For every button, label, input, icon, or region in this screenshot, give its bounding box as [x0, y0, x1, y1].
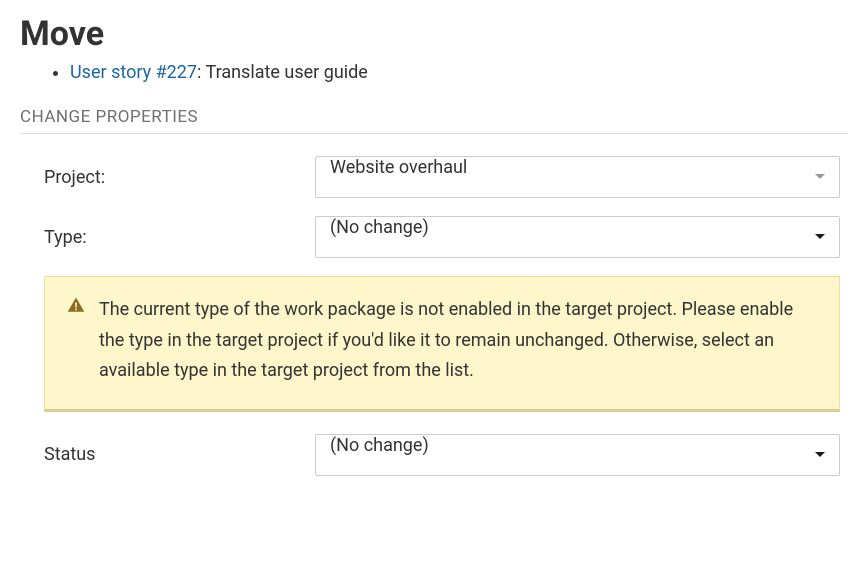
label-type: Type:	[20, 227, 315, 248]
row-project: Project: Website overhaul	[20, 156, 848, 198]
breadcrumb-link[interactable]: User story #227	[70, 62, 197, 83]
warning-text: The current type of the work package is …	[99, 295, 817, 387]
label-status: Status	[20, 444, 315, 465]
warning-box: The current type of the work package is …	[44, 276, 840, 412]
select-status[interactable]: (No change)	[315, 434, 840, 476]
label-project: Project:	[20, 167, 315, 188]
section-header-change-properties: CHANGE PROPERTIES	[20, 107, 848, 134]
select-project[interactable]: Website overhaul	[315, 156, 840, 198]
row-status: Status (No change)	[20, 434, 848, 476]
row-type: Type: (No change)	[20, 216, 848, 258]
select-type[interactable]: (No change)	[315, 216, 840, 258]
breadcrumb-item: User story #227: Translate user guide	[70, 62, 848, 83]
breadcrumb: User story #227: Translate user guide	[20, 62, 848, 83]
breadcrumb-tail: : Translate user guide	[197, 62, 368, 83]
page-title: Move	[20, 14, 848, 54]
warning-icon	[67, 296, 85, 387]
